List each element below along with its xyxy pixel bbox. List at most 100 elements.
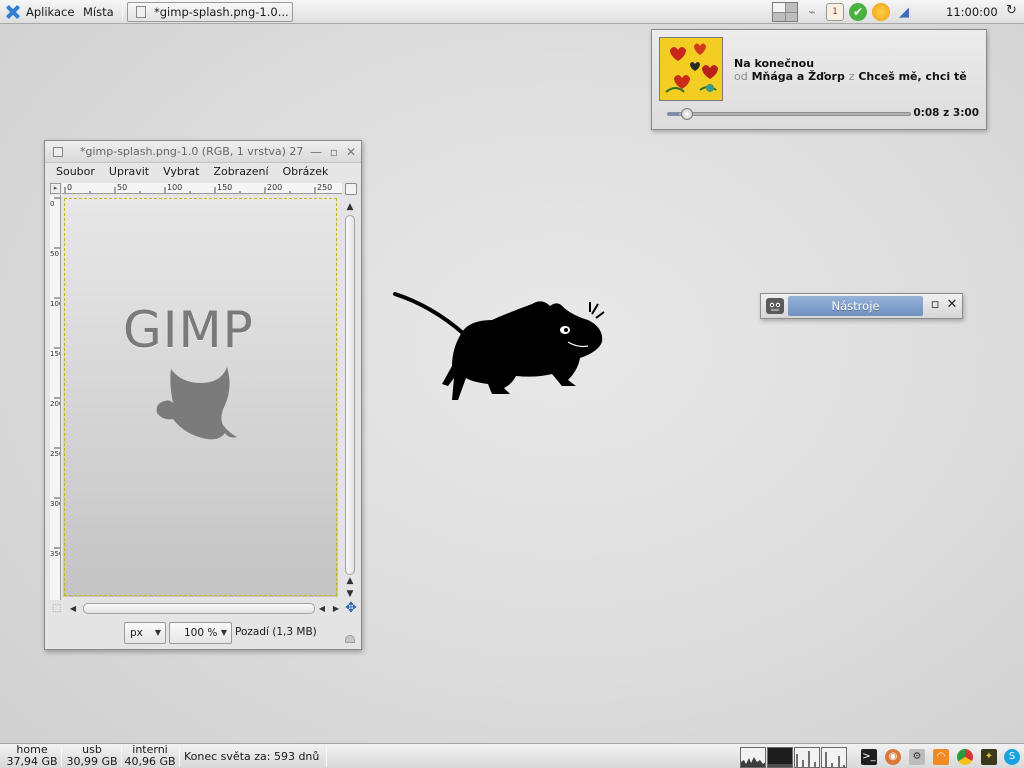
vertical-scroll-trough[interactable] bbox=[345, 215, 355, 575]
navigate-move-icon[interactable]: ✥ bbox=[344, 601, 358, 615]
hruler-label: 50 bbox=[117, 183, 127, 192]
memory-graph[interactable] bbox=[767, 747, 793, 768]
close-icon[interactable]: ✕ bbox=[344, 145, 358, 159]
disk-size: 37,94 GB bbox=[6, 755, 58, 768]
unit-select-value: px bbox=[130, 627, 143, 639]
vruler-label: 350 bbox=[50, 550, 61, 558]
applications-menu[interactable]: Aplikace bbox=[4, 0, 74, 24]
panel-separator bbox=[121, 746, 122, 767]
layer-info: Pozadí (1,3 MB) bbox=[235, 626, 317, 638]
gimp-statusbar: px ▼ 100 % ▼ Pozadí (1,3 MB) bbox=[45, 621, 361, 645]
terminal-icon[interactable]: >_ bbox=[861, 749, 877, 765]
close-icon[interactable]: ✕ bbox=[945, 298, 959, 312]
vertical-ruler[interactable]: 0 50 100 150 200 250 300 350 bbox=[50, 195, 61, 600]
song-artist-line: od Mňága a Žďorp z Chceš mě, chci tě bbox=[734, 70, 967, 83]
chevron-down-icon: ▼ bbox=[154, 628, 161, 637]
taskbar-button-gimp[interactable]: *gimp-splash.png-1.0... bbox=[127, 2, 293, 22]
world-end-countdown: Konec světa za: 593 dnů bbox=[184, 750, 320, 763]
scroll-up-icon[interactable]: ▲ bbox=[344, 201, 356, 213]
horizontal-scroll-trough[interactable] bbox=[83, 603, 315, 614]
settings-icon[interactable]: ⚙ bbox=[909, 749, 925, 765]
vertical-scrollbar[interactable]: ▲ ▲ ▼ bbox=[343, 199, 357, 599]
xfce-logo-icon bbox=[4, 3, 22, 21]
game-icon[interactable]: ✦ bbox=[981, 749, 997, 765]
network-graph[interactable] bbox=[794, 747, 820, 768]
cpu-graph[interactable] bbox=[740, 747, 766, 768]
bottom-panel: home 37,94 GB usb 30,99 GB interni 40,96… bbox=[0, 743, 1024, 768]
browser-icon[interactable]: ◉ bbox=[885, 749, 901, 765]
xfce-mouse-wallpaper-icon bbox=[393, 292, 605, 400]
menu-obrazek[interactable]: Obrázek bbox=[276, 163, 336, 181]
zoom-select-value: 100 % bbox=[184, 627, 218, 639]
clock[interactable]: 11:00:00 bbox=[946, 0, 998, 24]
rss-icon[interactable]: ◠ bbox=[933, 749, 949, 765]
disk-size: 30,99 GB bbox=[66, 755, 118, 768]
maximize-icon[interactable]: ▫ bbox=[327, 145, 341, 159]
refresh-icon[interactable]: ↻ bbox=[1006, 4, 1020, 18]
playback-time: 0:08 z 3:00 bbox=[913, 107, 979, 119]
album-name: Chceš mě, chci tě bbox=[858, 70, 967, 83]
horizontal-ruler[interactable]: 0 50 100 150 200 250 bbox=[62, 183, 342, 194]
disk-size: 40,96 GB bbox=[124, 755, 176, 768]
panel-separator bbox=[122, 4, 123, 20]
top-panel: Aplikace Místa *gimp-splash.png-1.0... ⌁… bbox=[0, 0, 1024, 24]
gimp-menubar: Soubor Upravit Vybrat Zobrazení Obrázek bbox=[45, 163, 361, 181]
skype-icon[interactable]: S bbox=[1004, 749, 1020, 765]
scroll-right-icon[interactable]: ▶ bbox=[330, 603, 342, 615]
scroll-up-icon[interactable]: ▲ bbox=[344, 575, 356, 587]
scroll-left-icon[interactable]: ◀ bbox=[67, 603, 79, 615]
zoom-select[interactable]: 100 % ▼ bbox=[169, 622, 232, 644]
resize-grip[interactable] bbox=[345, 635, 355, 643]
toolbox-title[interactable]: Nástroje bbox=[788, 296, 923, 316]
workspace-pager[interactable] bbox=[772, 2, 798, 22]
panel-separator bbox=[61, 746, 62, 767]
maximize-icon[interactable]: ▫ bbox=[928, 298, 942, 312]
hruler-label: 100 bbox=[167, 183, 182, 192]
scroll-left-icon[interactable]: ◀ bbox=[316, 603, 328, 615]
vruler-label: 300 bbox=[50, 500, 61, 508]
gimp-wilber-icon[interactable] bbox=[766, 298, 784, 314]
chevron-down-icon: ▼ bbox=[220, 628, 227, 637]
places-menu[interactable]: Místa bbox=[83, 0, 114, 24]
wilber-silhouette-icon bbox=[156, 367, 237, 440]
gimp-titlebar[interactable]: *gimp-splash.png-1.0 (RGB, 1 vrstva) 27 … bbox=[45, 141, 361, 163]
menu-zobrazeni[interactable]: Zobrazení bbox=[206, 163, 275, 181]
menu-vybrat[interactable]: Vybrat bbox=[156, 163, 206, 181]
menu-upravit[interactable]: Upravit bbox=[102, 163, 156, 181]
vruler-label: 0 bbox=[50, 200, 54, 208]
document-icon bbox=[136, 6, 146, 18]
taskbar-button-label: *gimp-splash.png-1.0... bbox=[154, 5, 289, 19]
unit-select[interactable]: px ▼ bbox=[124, 622, 166, 644]
system-tray: ⌁ 1 ✔ ◢ bbox=[772, 0, 913, 24]
weather-icon[interactable] bbox=[872, 3, 890, 21]
seek-bar-fill bbox=[668, 113, 679, 115]
quick-mask-toggle[interactable]: ▸ bbox=[50, 183, 61, 194]
calendar-icon[interactable]: 1 bbox=[826, 3, 844, 21]
toolbox-window[interactable]: Nástroje ▫ ✕ bbox=[760, 293, 963, 319]
seek-bar-handle[interactable] bbox=[680, 108, 693, 120]
disk-usb[interactable]: usb 30,99 GB bbox=[64, 744, 120, 768]
usb-icon[interactable]: ⌁ bbox=[803, 3, 821, 21]
image-canvas[interactable]: GIMP bbox=[63, 197, 338, 597]
applications-menu-label: Aplikace bbox=[26, 5, 75, 19]
scroll-down-icon[interactable]: ▼ bbox=[344, 588, 356, 600]
panel-separator bbox=[326, 746, 327, 767]
disk-home[interactable]: home 37,94 GB bbox=[6, 744, 58, 768]
vruler-label: 250 bbox=[50, 450, 61, 458]
song-title: Na konečnou bbox=[734, 57, 815, 70]
navigate-icon[interactable] bbox=[345, 183, 357, 195]
vruler-label: 50 bbox=[50, 250, 59, 258]
menu-soubor[interactable]: Soubor bbox=[49, 163, 102, 181]
wifi-icon[interactable]: ◢ bbox=[895, 3, 913, 21]
hruler-label: 250 bbox=[317, 183, 332, 192]
seek-bar[interactable] bbox=[667, 108, 911, 120]
minimize-icon[interactable]: — bbox=[309, 145, 323, 159]
chrome-icon[interactable] bbox=[957, 749, 973, 765]
disk-io-graph[interactable] bbox=[821, 747, 847, 768]
check-icon[interactable]: ✔ bbox=[849, 3, 867, 21]
window-menu-icon[interactable] bbox=[53, 147, 63, 157]
pointer-icon[interactable]: ⬚ bbox=[52, 603, 64, 615]
disk-interni[interactable]: interni 40,96 GB bbox=[123, 744, 177, 768]
gimp-image-window[interactable]: *gimp-splash.png-1.0 (RGB, 1 vrstva) 27 … bbox=[44, 140, 362, 650]
panel-separator bbox=[179, 746, 180, 767]
